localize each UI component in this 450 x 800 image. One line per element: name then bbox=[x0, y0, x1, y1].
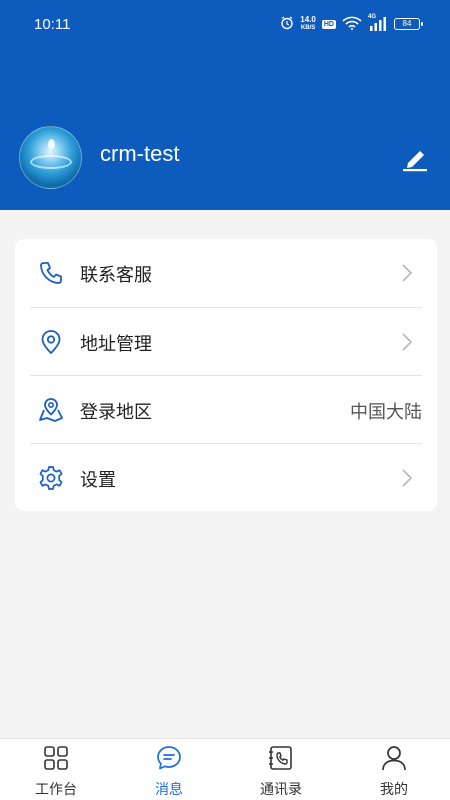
user-icon bbox=[382, 746, 406, 771]
tab-messages[interactable]: 消息 bbox=[113, 739, 225, 800]
net-speed-unit: KB/S bbox=[300, 25, 316, 31]
status-time: 10:11 bbox=[34, 16, 71, 33]
settings-card: 联系客服 地址管理 登录地区 中国大陆 设置 bbox=[15, 239, 437, 511]
wifi-icon bbox=[342, 15, 362, 34]
username: crm-test bbox=[100, 141, 180, 166]
tab-mine[interactable]: 我的 bbox=[338, 739, 450, 800]
gear-icon bbox=[39, 466, 63, 490]
alarm-icon bbox=[280, 15, 294, 34]
grid-icon bbox=[44, 746, 68, 770]
menu-item-settings[interactable]: 设置 bbox=[15, 444, 437, 512]
tab-label: 工作台 bbox=[35, 782, 77, 798]
tab-workbench[interactable]: 工作台 bbox=[0, 739, 112, 800]
profile-header: 10:11 14.0 KB/S HD 4G 84 crm-test bbox=[0, 0, 450, 210]
menu-item-label: 设置 bbox=[80, 470, 116, 491]
status-icons: 14.0 KB/S HD 4G 84 bbox=[280, 14, 423, 34]
cellular-signal-icon: 4G bbox=[368, 14, 388, 32]
menu-item-login-region[interactable]: 登录地区 中国大陆 bbox=[15, 376, 437, 444]
phone-icon bbox=[40, 262, 62, 284]
tab-label: 我的 bbox=[380, 782, 408, 798]
chevron-right-icon bbox=[402, 333, 413, 351]
avatar-ripple bbox=[30, 155, 72, 169]
map-pin-icon bbox=[39, 398, 63, 422]
net-speed-value: 14.0 bbox=[300, 15, 316, 24]
chevron-right-icon bbox=[402, 469, 413, 487]
avatar[interactable] bbox=[19, 126, 82, 189]
menu-item-label: 地址管理 bbox=[80, 334, 152, 355]
edit-profile-button[interactable] bbox=[400, 144, 430, 172]
menu-item-label: 联系客服 bbox=[80, 265, 152, 286]
contacts-icon bbox=[269, 746, 292, 770]
tab-label: 通讯录 bbox=[260, 782, 302, 798]
status-bar: 10:11 14.0 KB/S HD 4G 84 bbox=[0, 0, 450, 48]
tab-label: 消息 bbox=[155, 782, 183, 798]
avatar-drop bbox=[48, 139, 55, 149]
location-pin-icon bbox=[41, 330, 61, 354]
net-speed: 14.0 KB/S bbox=[300, 16, 316, 32]
bottom-tab-bar: 工作台 消息 通讯录 我的 bbox=[0, 738, 450, 800]
battery-indicator: 84 bbox=[394, 18, 423, 30]
pencil-icon bbox=[403, 151, 427, 172]
chevron-right-icon bbox=[402, 264, 413, 282]
hd-badge: HD bbox=[321, 19, 336, 29]
menu-item-customer-service[interactable]: 联系客服 bbox=[15, 239, 437, 307]
login-region-value: 中国大陆 bbox=[350, 402, 422, 423]
menu-item-label: 登录地区 bbox=[80, 402, 152, 423]
chat-icon bbox=[157, 746, 181, 770]
menu-item-address-management[interactable]: 地址管理 bbox=[15, 308, 437, 376]
tab-contacts[interactable]: 通讯录 bbox=[225, 739, 337, 800]
